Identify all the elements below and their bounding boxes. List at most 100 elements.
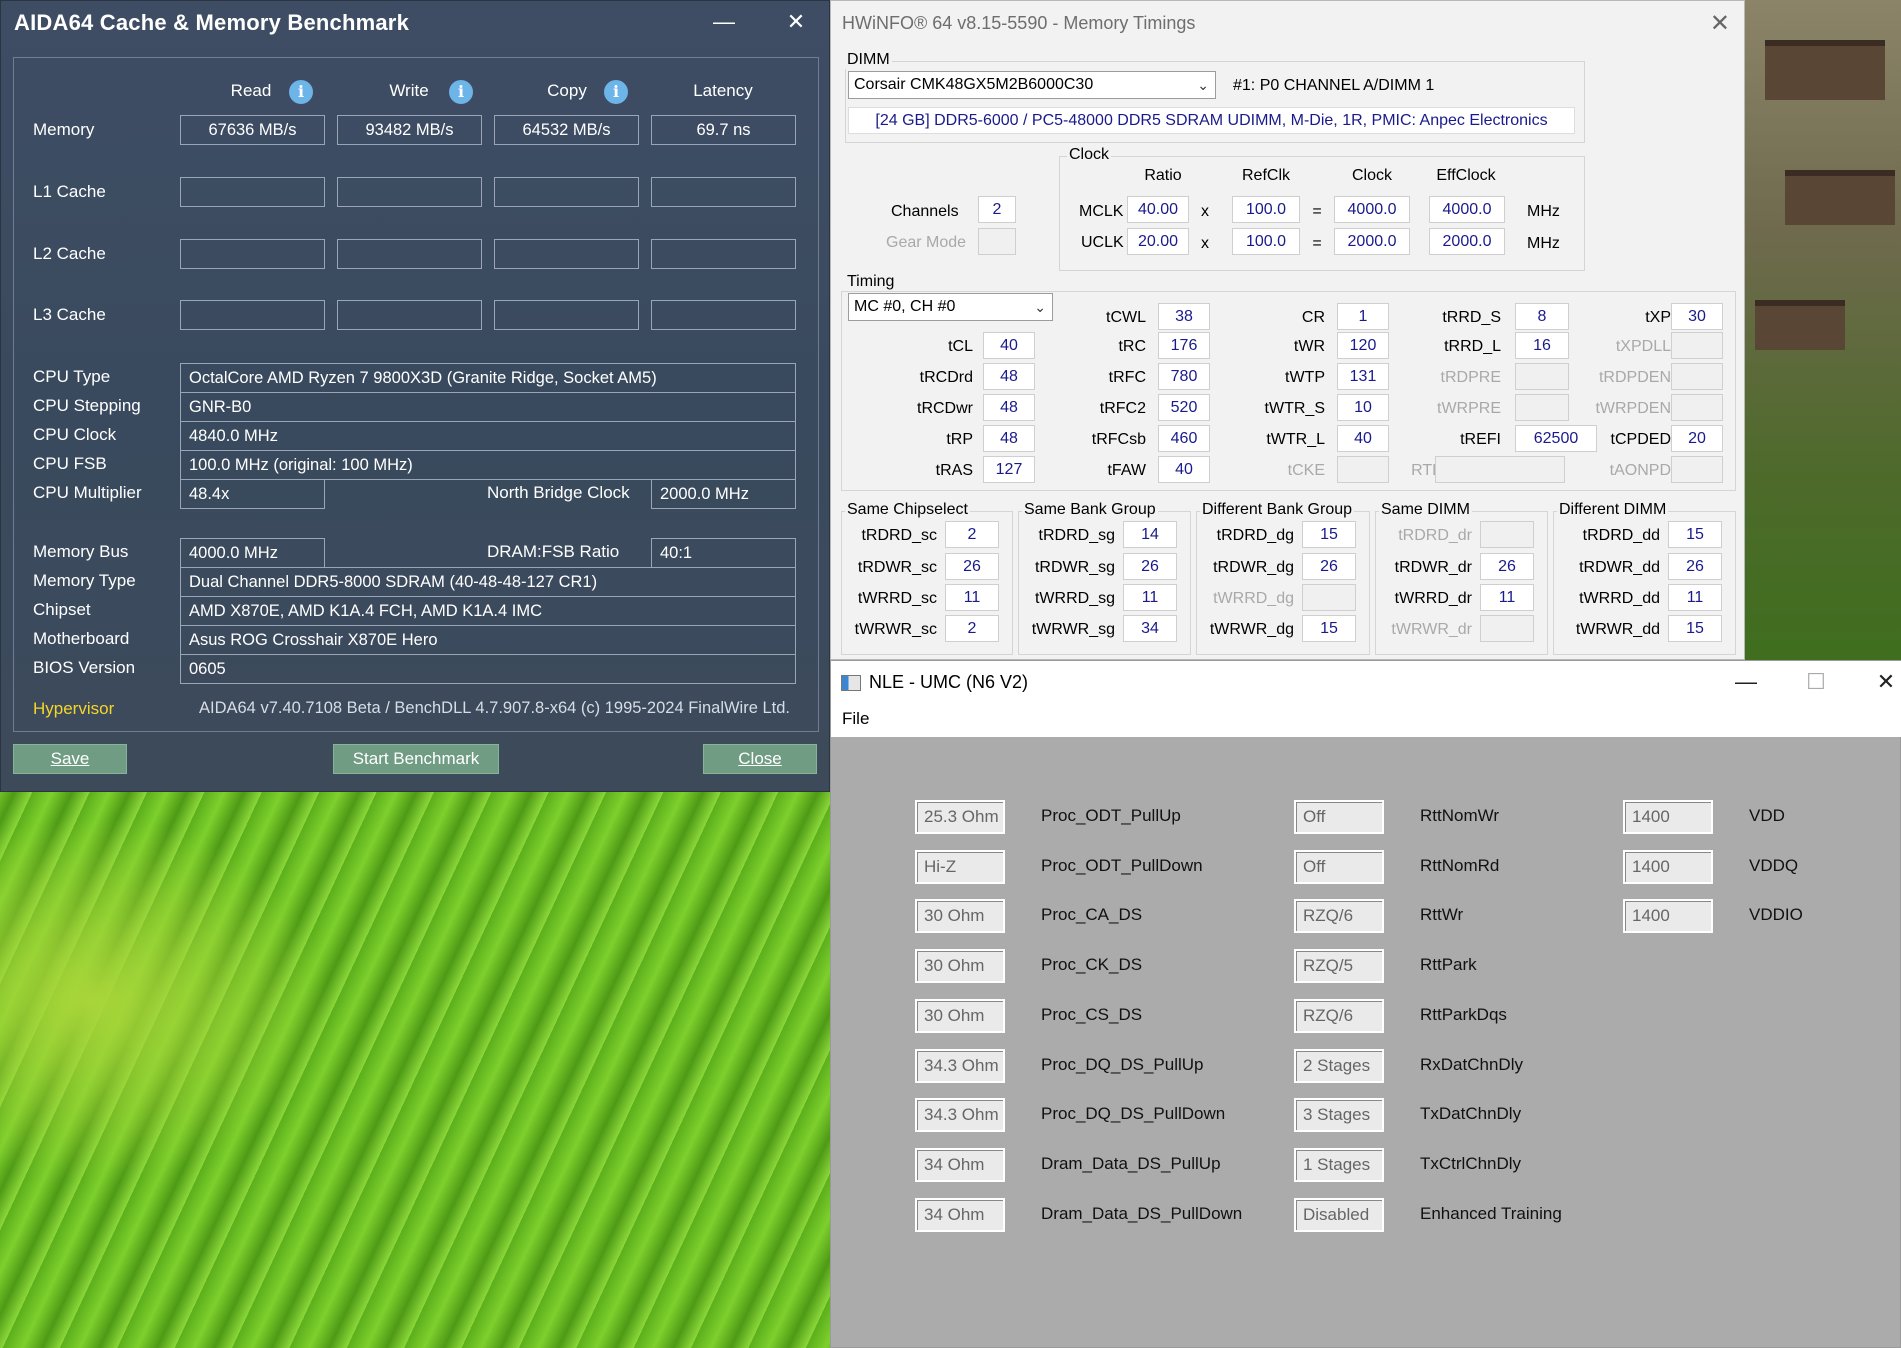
- turnaround-label: tRDRD_sg: [1038, 527, 1115, 544]
- close-window-button[interactable]: ✕: [1866, 667, 1901, 697]
- close-button[interactable]: Close: [703, 744, 817, 774]
- turnaround-label: tWRRD_dg: [1213, 590, 1294, 607]
- cpu-multiplier-label: CPU Multiplier: [33, 483, 142, 502]
- turnaround-group-title: Same Bank Group: [1022, 501, 1158, 519]
- turnaround-label: tWRRD_dd: [1579, 590, 1660, 607]
- nle-value-field[interactable]: Off: [1294, 800, 1384, 834]
- nle-field-label: RttParkDqs: [1420, 1004, 1507, 1024]
- start-benchmark-button[interactable]: Start Benchmark: [333, 744, 499, 774]
- nle-value-field[interactable]: 2 Stages: [1294, 1048, 1384, 1083]
- info-icon[interactable]: i: [604, 80, 628, 104]
- nle-value-field[interactable]: 1400: [1623, 800, 1713, 834]
- tRC-value: 176: [1158, 332, 1210, 359]
- nle-value-field[interactable]: 1400: [1623, 849, 1713, 884]
- tWTR_L-label: tWTR_L: [1266, 431, 1325, 448]
- nle-value-field[interactable]: 34 Ohm: [915, 1147, 1005, 1182]
- tRFC-value: 780: [1158, 363, 1210, 390]
- cpu-clock-value: 4840.0 MHz: [180, 421, 796, 451]
- info-icon[interactable]: i: [449, 80, 473, 104]
- mclk-label: MCLK: [1079, 203, 1124, 220]
- nle-value-field[interactable]: 25.3 Ohm: [915, 800, 1005, 834]
- nle-value-field[interactable]: RZQ/5: [1294, 949, 1384, 984]
- gear-mode-label: Gear Mode: [886, 234, 967, 251]
- uclk-label: UCLK: [1081, 234, 1124, 251]
- mclk-clock: 4000.0: [1334, 196, 1410, 223]
- menu-file[interactable]: File: [842, 709, 869, 729]
- nle-value-field[interactable]: 30 Ohm: [915, 899, 1005, 934]
- channel-select[interactable]: MC #0, CH #0 ⌄: [848, 293, 1053, 321]
- nle-value-field[interactable]: Disabled: [1294, 1197, 1384, 1232]
- nle-value-field[interactable]: 34.3 Ohm: [915, 1098, 1005, 1133]
- dimm-select[interactable]: Corsair CMK48GX5M2B6000C30 ⌄: [848, 71, 1216, 99]
- turnaround-label: tRDRD_dd: [1582, 527, 1660, 544]
- tRCDwr-label: tRCDwr: [917, 400, 973, 417]
- nle-value-field[interactable]: 34 Ohm: [915, 1197, 1005, 1232]
- l3-write-value: [337, 300, 482, 330]
- CR-label: CR: [1301, 309, 1325, 326]
- tWTR_L-value: 40: [1337, 425, 1389, 452]
- equals-sign: =: [1312, 235, 1322, 252]
- nle-value-field[interactable]: Off: [1294, 849, 1384, 884]
- nle-value-field[interactable]: Hi-Z: [915, 849, 1005, 884]
- tWTP-value: 131: [1337, 363, 1389, 390]
- l3-latency-value: [651, 300, 796, 330]
- minimize-button[interactable]: —: [704, 7, 744, 37]
- nle-value-field[interactable]: 1 Stages: [1294, 1147, 1384, 1182]
- nle-field-label: RttNomWr: [1420, 806, 1500, 825]
- tREFI-value: 62500: [1515, 425, 1597, 452]
- l3-read-value: [180, 300, 325, 330]
- close-window-button[interactable]: ✕: [1710, 9, 1730, 38]
- turnaround-value: 15: [1302, 521, 1356, 548]
- nle-field-label: Proc_CA_DS: [1041, 905, 1143, 925]
- mclk-ratio: 40.00: [1127, 196, 1189, 223]
- menu-bar: [831, 705, 1901, 737]
- tRFCsb-label: tRFCsb: [1091, 431, 1146, 448]
- clock-header-ratio: Ratio: [1144, 167, 1182, 184]
- tRAS-value: 127: [983, 456, 1035, 483]
- memory-write-value: 93482 MB/s: [337, 115, 482, 145]
- tRFC-label: tRFC: [1108, 369, 1146, 386]
- nle-field-label: TxDatChnDly: [1420, 1104, 1522, 1124]
- channels-value: 2: [978, 196, 1016, 223]
- uclk-refclk: 100.0: [1232, 228, 1300, 255]
- nle-value-field[interactable]: RZQ/6: [1294, 998, 1384, 1033]
- l2-latency-value: [651, 239, 796, 269]
- turnaround-label: tRDWR_dr: [1394, 559, 1472, 576]
- memory-latency-value: 69.7 ns: [651, 115, 796, 145]
- turnaround-label: tRDWR_dd: [1579, 559, 1660, 576]
- turnaround-value: 15: [1302, 615, 1356, 642]
- l2-read-value: [180, 239, 325, 269]
- cpu-type-value: OctalCore AMD Ryzen 7 9800X3D (Granite R…: [180, 363, 796, 393]
- nle-field-label: Dram_Data_DS_PullDown: [1041, 1203, 1243, 1223]
- nle-field-label: RttPark: [1420, 955, 1477, 975]
- dimm-slot: #1: P0 CHANNEL A/DIMM 1: [1233, 77, 1435, 94]
- save-button[interactable]: Save: [13, 744, 127, 774]
- nle-value-field[interactable]: 1400: [1623, 899, 1713, 934]
- aida64-title: AIDA64 Cache & Memory Benchmark: [14, 10, 410, 35]
- close-window-button[interactable]: ✕: [776, 7, 816, 37]
- turnaround-group-title: Same Chipselect: [845, 501, 970, 519]
- nle-value-field[interactable]: 3 Stages: [1294, 1098, 1384, 1133]
- turnaround-value: 11: [1123, 584, 1177, 611]
- turnaround-group-title: Same DIMM: [1379, 501, 1472, 519]
- nle-value-field[interactable]: 34.3 Ohm: [915, 1048, 1005, 1083]
- dram-fsb-label: DRAM:FSB Ratio: [487, 542, 620, 561]
- turnaround-value: 14: [1123, 521, 1177, 548]
- nle-value-field[interactable]: RZQ/6: [1294, 899, 1384, 934]
- tWTR_S-value: 10: [1337, 394, 1389, 421]
- turnaround-label: tWRWR_dg: [1209, 621, 1294, 638]
- nle-value-field[interactable]: 30 Ohm: [915, 998, 1005, 1033]
- turnaround-group-title: Different Bank Group: [1200, 501, 1355, 519]
- nle-field-label: Proc_DQ_DS_PullDown: [1041, 1104, 1226, 1124]
- tCL-value: 40: [983, 332, 1035, 359]
- maximize-button[interactable]: ☐: [1796, 667, 1836, 697]
- tCWL-label: tCWL: [1106, 309, 1146, 326]
- minimize-button[interactable]: —: [1726, 667, 1766, 697]
- nle-value-field[interactable]: 30 Ohm: [915, 949, 1005, 984]
- info-icon[interactable]: i: [289, 80, 313, 104]
- clock-header-refclk: RefClk: [1241, 167, 1290, 184]
- mclk-refclk: 100.0: [1232, 196, 1300, 223]
- turnaround-value: [1302, 584, 1356, 611]
- chevron-down-icon: ⌄: [1197, 77, 1209, 93]
- hypervisor-link[interactable]: Hypervisor: [33, 699, 114, 719]
